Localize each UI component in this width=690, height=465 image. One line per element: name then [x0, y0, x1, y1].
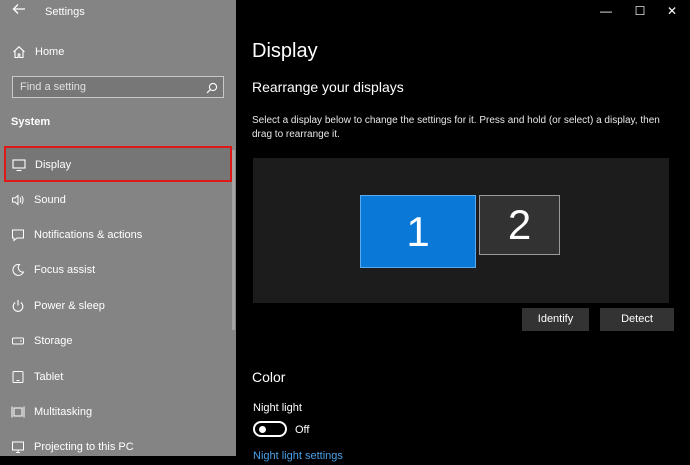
- close-button[interactable]: ✕: [654, 0, 690, 22]
- home-label: Home: [35, 46, 65, 58]
- main-content: — ☐ ✕ Display Rearrange your displays Se…: [236, 0, 690, 462]
- page-title: Display: [252, 40, 318, 62]
- section-heading-system: System: [11, 116, 51, 128]
- tablet-icon: [11, 370, 25, 384]
- power-icon: [11, 299, 25, 313]
- night-light-state: Off: [295, 424, 310, 436]
- night-light-label: Night light: [253, 402, 302, 414]
- monitor-1[interactable]: 1: [360, 195, 476, 268]
- home-icon: [12, 45, 26, 59]
- sidebar-item-label: Focus assist: [34, 264, 96, 276]
- sidebar-item-label: Projecting to this PC: [34, 441, 134, 453]
- search-box[interactable]: [12, 76, 224, 98]
- sidebar-item-label: Sound: [34, 194, 66, 206]
- sidebar-item-label: Storage: [34, 335, 73, 347]
- night-light-toggle[interactable]: [253, 421, 287, 437]
- night-light-settings-link[interactable]: Night light settings: [253, 450, 343, 462]
- storage-icon: [11, 334, 25, 348]
- sidebar-item-label: Power & sleep: [34, 300, 105, 312]
- display-arrangement-area: 1 2: [253, 158, 669, 303]
- sidebar-item-focus-assist[interactable]: Focus assist: [0, 253, 232, 288]
- sidebar-item-sound[interactable]: Sound: [0, 183, 232, 218]
- sidebar-item-label: Notifications & actions: [34, 229, 143, 241]
- sidebar-item-projecting[interactable]: Projecting to this PC: [0, 430, 232, 465]
- multitasking-icon: [11, 405, 25, 419]
- home-button[interactable]: Home: [0, 40, 236, 66]
- monitor-2[interactable]: 2: [479, 195, 560, 255]
- detect-button[interactable]: Detect: [600, 308, 674, 331]
- sidebar-item-power-sleep[interactable]: Power & sleep: [0, 289, 232, 324]
- maximize-button[interactable]: ☐: [622, 0, 658, 22]
- identify-button[interactable]: Identify: [522, 308, 589, 331]
- rearrange-description: Select a display below to change the set…: [252, 115, 660, 140]
- app-title: Settings: [45, 6, 85, 18]
- minimize-button[interactable]: —: [588, 0, 624, 22]
- monitor-icon: [12, 158, 26, 172]
- sidebar-item-label: Display: [35, 159, 72, 171]
- search-input[interactable]: [13, 77, 205, 97]
- sidebar-scrollbar[interactable]: [232, 150, 235, 330]
- projector-icon: [11, 440, 25, 454]
- toggle-knob: [259, 426, 266, 433]
- sidebar-item-multitasking[interactable]: Multitasking: [0, 395, 232, 430]
- sidebar-item-label: Tablet: [34, 371, 64, 383]
- moon-icon: [11, 263, 25, 277]
- sidebar-item-label: Multitasking: [34, 406, 93, 418]
- notification-icon: [11, 228, 25, 242]
- back-arrow-icon[interactable]: [9, 2, 29, 22]
- title-bar: Settings: [0, 0, 236, 26]
- color-heading: Color: [252, 369, 286, 385]
- speaker-icon: [11, 193, 25, 207]
- sidebar-item-notifications[interactable]: Notifications & actions: [0, 218, 232, 253]
- sidebar-item-storage[interactable]: Storage: [0, 324, 232, 359]
- rearrange-heading: Rearrange your displays: [252, 79, 404, 95]
- sidebar-item-display[interactable]: Display: [4, 146, 232, 182]
- sidebar: Settings Home System Display Sound Notif…: [0, 0, 236, 456]
- search-icon[interactable]: [206, 81, 218, 94]
- sidebar-item-tablet[interactable]: Tablet: [0, 360, 232, 395]
